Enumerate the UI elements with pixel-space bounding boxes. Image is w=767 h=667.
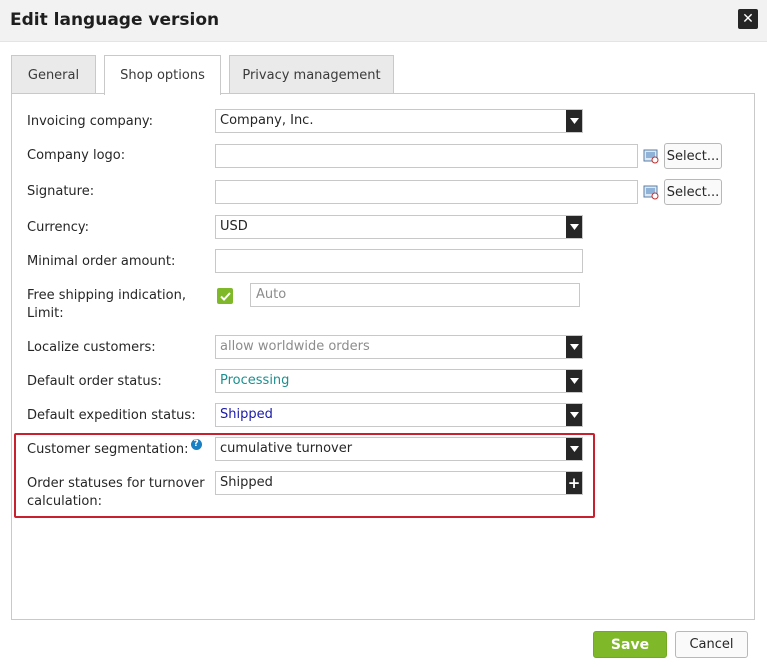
- dialog-title: Edit language version: [10, 10, 220, 30]
- invoicing-company-label: Invoicing company:: [27, 114, 154, 129]
- localize-customers-select[interactable]: allow worldwide orders: [215, 335, 583, 359]
- company-logo-label: Company logo:: [27, 148, 126, 163]
- localize-customers-value: allow worldwide orders: [220, 339, 370, 354]
- plus-icon[interactable]: +: [566, 472, 582, 494]
- order-statuses-turnover-label-line1: Order statuses for turnover: [27, 476, 205, 491]
- free-shipping-limit-placeholder: Auto: [256, 287, 287, 302]
- company-logo-select-button[interactable]: Select...: [664, 143, 722, 169]
- chevron-down-icon[interactable]: [566, 370, 582, 392]
- save-button[interactable]: Save: [593, 631, 667, 658]
- default-order-status-label: Default order status:: [27, 374, 162, 389]
- free-shipping-limit-input[interactable]: Auto: [250, 283, 580, 307]
- tab-privacy-management[interactable]: Privacy management: [229, 55, 394, 94]
- order-statuses-turnover-label-line2: calculation:: [27, 494, 102, 509]
- free-shipping-label: Free shipping indication, Limit:: [27, 287, 186, 323]
- free-shipping-label-line1: Free shipping indication,: [27, 288, 186, 303]
- close-icon: ✕: [742, 11, 754, 27]
- signature-label: Signature:: [27, 184, 95, 199]
- close-button[interactable]: ✕: [738, 9, 758, 29]
- chevron-down-icon[interactable]: [566, 336, 582, 358]
- tab-shop-options[interactable]: Shop options: [104, 55, 221, 95]
- invoicing-company-select[interactable]: Company, Inc.: [215, 109, 583, 133]
- signature-input[interactable]: [215, 180, 638, 204]
- invoicing-company-value: Company, Inc.: [220, 113, 314, 128]
- currency-label: Currency:: [27, 220, 90, 235]
- image-picker-icon[interactable]: [643, 148, 659, 164]
- minimal-order-amount-label: Minimal order amount:: [27, 254, 176, 269]
- cancel-button[interactable]: Cancel: [675, 631, 748, 658]
- customer-segmentation-value: cumulative turnover: [220, 441, 353, 456]
- default-order-status-select[interactable]: Processing: [215, 369, 583, 393]
- customer-segmentation-select[interactable]: cumulative turnover: [215, 437, 583, 461]
- order-statuses-turnover-multiselect[interactable]: Shipped +: [215, 471, 583, 495]
- free-shipping-label-line2: Limit:: [27, 306, 64, 321]
- customer-segmentation-label: Customer segmentation:?: [27, 439, 202, 459]
- default-expedition-status-select[interactable]: Shipped: [215, 403, 583, 427]
- order-statuses-turnover-value: Shipped: [220, 475, 273, 490]
- minimal-order-amount-input[interactable]: [215, 249, 583, 273]
- checkmark-icon: [219, 291, 231, 301]
- dialog-header: Edit language version ✕: [0, 0, 767, 42]
- order-statuses-turnover-label: Order statuses for turnover calculation:: [27, 475, 205, 511]
- tab-general[interactable]: General: [11, 55, 96, 94]
- default-order-status-value: Processing: [220, 373, 290, 388]
- signature-select-button[interactable]: Select...: [664, 179, 722, 205]
- default-expedition-status-value: Shipped: [220, 407, 273, 422]
- currency-value: USD: [220, 219, 248, 234]
- company-logo-input[interactable]: [215, 144, 638, 168]
- chevron-down-icon[interactable]: [566, 110, 582, 132]
- customer-segmentation-label-text: Customer segmentation:: [27, 442, 189, 457]
- default-expedition-status-label: Default expedition status:: [27, 408, 196, 423]
- image-picker-icon[interactable]: [643, 184, 659, 200]
- currency-select[interactable]: USD: [215, 215, 583, 239]
- chevron-down-icon[interactable]: [566, 404, 582, 426]
- help-icon[interactable]: ?: [190, 439, 202, 450]
- chevron-down-icon[interactable]: [566, 216, 582, 238]
- chevron-down-icon[interactable]: [566, 438, 582, 460]
- free-shipping-checkbox[interactable]: [217, 288, 233, 304]
- localize-customers-label: Localize customers:: [27, 340, 156, 355]
